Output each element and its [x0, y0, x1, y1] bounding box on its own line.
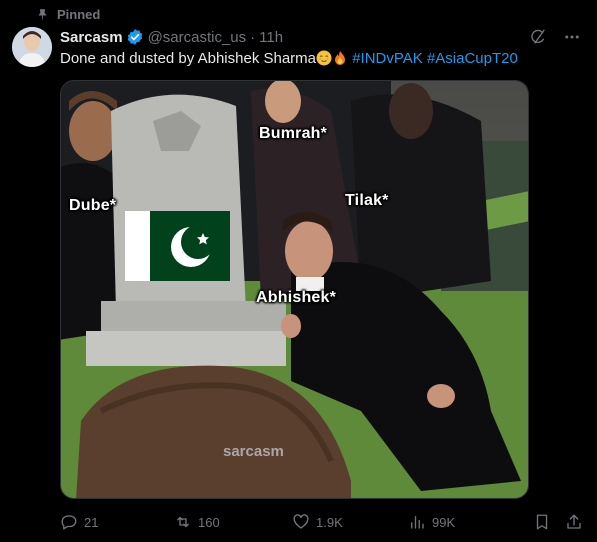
- pin-icon: [38, 8, 47, 19]
- repost-button[interactable]: 160: [174, 513, 292, 531]
- author-name[interactable]: Sarcasm: [60, 29, 123, 46]
- pinned-indicator: Pinned: [36, 5, 100, 23]
- fire-emoji-icon: [335, 51, 346, 65]
- hashtag-indvpak[interactable]: #INDvPAK: [352, 50, 423, 67]
- tweet-body: Done and dusted by Abhishek Sharma: [60, 50, 317, 67]
- label-abhishek: Abhishek*: [256, 289, 337, 306]
- tweet-text: Done and dusted by Abhishek Sharma #INDv…: [60, 49, 581, 69]
- view-count: 99K: [432, 514, 456, 530]
- like-count: 1.9K: [316, 514, 343, 530]
- watermark: sarcasm: [223, 443, 284, 460]
- timestamp[interactable]: 11h: [259, 29, 283, 46]
- repost-count: 160: [198, 514, 220, 530]
- views-chart-icon: [411, 516, 424, 529]
- like-button[interactable]: 1.9K: [292, 513, 408, 531]
- heart-icon: [293, 514, 309, 529]
- separator-dot: ·: [250, 28, 256, 46]
- tweet-image[interactable]: Bumrah* Tilak* Dube* Abhishek* sarcasm: [60, 80, 529, 499]
- reply-count: 21: [84, 514, 99, 530]
- repost-icon: [177, 516, 189, 528]
- tweet-header: Sarcasm @sarcastic_us · 11h: [60, 27, 581, 47]
- hashtag-asiacupt20[interactable]: #AsiaCupT20: [427, 50, 518, 67]
- verified-badge-icon: [127, 29, 142, 45]
- reply-icon: [61, 515, 77, 530]
- avatar[interactable]: [12, 27, 52, 67]
- pinned-label: Pinned: [57, 6, 101, 22]
- reply-button[interactable]: 21: [60, 513, 174, 531]
- author-handle[interactable]: @sarcastic_us: [148, 29, 247, 46]
- views-button[interactable]: 99K: [408, 513, 524, 531]
- relieved-face-emoji-icon: [316, 50, 332, 66]
- bookmark-icon[interactable]: [533, 513, 551, 531]
- label-tilak: Tilak*: [345, 192, 389, 209]
- tweet-actions: 21 160 1.9K 99K: [60, 510, 583, 534]
- label-dube: Dube*: [69, 197, 117, 214]
- more-options-icon[interactable]: [563, 28, 581, 46]
- grok-icon[interactable]: [529, 28, 547, 46]
- label-bumrah: Bumrah*: [259, 125, 328, 142]
- share-icon[interactable]: [565, 513, 583, 531]
